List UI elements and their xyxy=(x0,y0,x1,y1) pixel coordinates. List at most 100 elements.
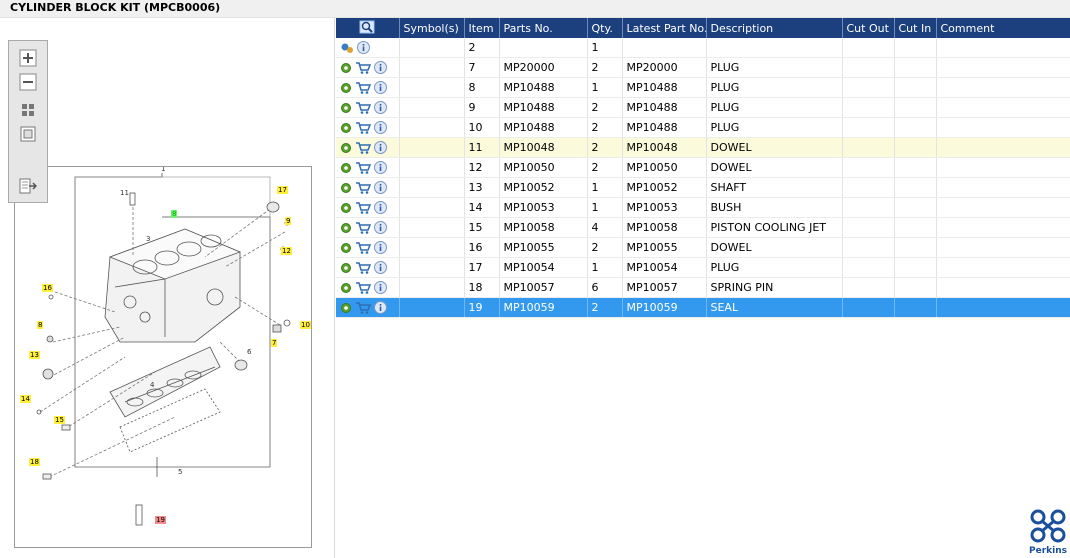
info-icon[interactable] xyxy=(374,61,387,75)
cell-latest-part-no[interactable]: MP10058 xyxy=(622,217,707,238)
cell-comment[interactable] xyxy=(936,257,1070,278)
callout-16[interactable]: 16 xyxy=(42,284,53,292)
cell-parts-no[interactable]: MP10057 xyxy=(499,277,588,298)
fit-page-icon[interactable] xyxy=(19,125,37,143)
cell-latest-part-no[interactable]: MP10053 xyxy=(622,197,707,218)
table-row[interactable]: 16 MP10055 2 MP10055 DOWEL xyxy=(336,237,1070,258)
cell-latest-part-no[interactable]: MP10057 xyxy=(622,277,707,298)
cell-comment[interactable] xyxy=(936,177,1070,198)
cart-icon[interactable] xyxy=(355,241,371,255)
column-header-parts-no[interactable]: Parts No. xyxy=(499,18,588,38)
cell-parts-no[interactable]: MP10058 xyxy=(499,217,588,238)
table-row[interactable]: 8 MP10488 1 MP10488 PLUG xyxy=(336,77,1070,98)
info-icon[interactable] xyxy=(374,121,387,135)
cell-comment[interactable] xyxy=(936,57,1070,78)
gear-icon[interactable] xyxy=(340,282,352,294)
cell-comment[interactable] xyxy=(936,157,1070,178)
zoom-in-icon[interactable] xyxy=(19,49,37,67)
row-actions[interactable] xyxy=(336,217,400,238)
cell-parts-no[interactable] xyxy=(499,38,588,58)
export-icon[interactable] xyxy=(19,177,37,195)
cell-comment[interactable] xyxy=(936,117,1070,138)
row-actions[interactable] xyxy=(336,277,400,298)
cell-parts-no[interactable]: MP10053 xyxy=(499,197,588,218)
info-icon[interactable] xyxy=(374,301,387,315)
cell-latest-part-no[interactable]: MP10488 xyxy=(622,97,707,118)
callout-7[interactable]: 7 xyxy=(271,339,278,347)
row-actions[interactable] xyxy=(336,97,400,118)
callout-4[interactable]: 4 xyxy=(149,381,155,389)
table-row[interactable]: 12 MP10050 2 MP10050 DOWEL xyxy=(336,157,1070,178)
cell-latest-part-no[interactable] xyxy=(622,38,707,58)
row-actions[interactable] xyxy=(336,57,400,78)
callout-17[interactable]: 17 xyxy=(277,186,288,194)
column-header-item[interactable]: Item xyxy=(464,18,500,38)
callout-19[interactable]: 19 xyxy=(155,516,166,524)
gear-icon[interactable] xyxy=(340,142,352,154)
cell-parts-no[interactable]: MP10052 xyxy=(499,177,588,198)
cart-icon[interactable] xyxy=(355,281,371,295)
info-icon[interactable] xyxy=(374,181,387,195)
cell-parts-no[interactable]: MP10059 xyxy=(499,297,588,318)
cell-comment[interactable] xyxy=(936,77,1070,98)
row-actions[interactable] xyxy=(336,297,400,318)
cell-comment[interactable] xyxy=(936,197,1070,218)
callout-1[interactable]: 1 xyxy=(160,167,166,173)
callout-8[interactable]: 8 xyxy=(37,321,44,329)
info-icon[interactable] xyxy=(357,41,370,55)
column-header-search[interactable] xyxy=(336,18,400,38)
cell-latest-part-no[interactable]: MP10488 xyxy=(622,117,707,138)
cell-comment[interactable] xyxy=(936,277,1070,298)
row-actions[interactable] xyxy=(336,137,400,158)
gear-icon[interactable] xyxy=(340,102,352,114)
callout-3[interactable]: 3 xyxy=(145,235,151,243)
configure-icon[interactable] xyxy=(340,42,354,54)
table-row[interactable]: 7 MP20000 2 MP20000 PLUG xyxy=(336,57,1070,78)
cell-parts-no[interactable]: MP10488 xyxy=(499,97,588,118)
cell-comment[interactable] xyxy=(936,217,1070,238)
row-actions[interactable] xyxy=(336,117,400,138)
column-header-symbols[interactable]: Symbol(s) xyxy=(399,18,465,38)
drawing-pane[interactable]: 1 11 8 3 17 9 12 10 16 8 7 6 13 4 14 15 … xyxy=(0,18,335,558)
row-actions[interactable] xyxy=(336,38,400,58)
column-header-comment[interactable]: Comment xyxy=(936,18,1070,38)
info-icon[interactable] xyxy=(374,201,387,215)
zoom-out-icon[interactable] xyxy=(19,73,37,91)
column-header-description[interactable]: Description xyxy=(706,18,843,38)
info-icon[interactable] xyxy=(374,101,387,115)
row-actions[interactable] xyxy=(336,157,400,178)
gear-icon[interactable] xyxy=(340,62,352,74)
row-actions[interactable] xyxy=(336,257,400,278)
callout-6[interactable]: 6 xyxy=(246,348,252,356)
cell-latest-part-no[interactable]: MP10054 xyxy=(622,257,707,278)
gear-icon[interactable] xyxy=(340,122,352,134)
info-icon[interactable] xyxy=(374,261,387,275)
cell-parts-no[interactable]: MP10050 xyxy=(499,157,588,178)
callout-14[interactable]: 14 xyxy=(20,395,31,403)
cell-parts-no[interactable]: MP10055 xyxy=(499,237,588,258)
cart-icon[interactable] xyxy=(355,261,371,275)
cell-comment[interactable] xyxy=(936,97,1070,118)
cell-parts-no[interactable]: MP10488 xyxy=(499,77,588,98)
callout-18[interactable]: 18 xyxy=(29,458,40,466)
callout-13[interactable]: 13 xyxy=(29,351,40,359)
cell-latest-part-no[interactable]: MP20000 xyxy=(622,57,707,78)
table-row[interactable]: 19 MP10059 2 MP10059 SEAL xyxy=(336,297,1070,318)
table-row[interactable]: 15 MP10058 4 MP10058 PISTON COOLING JET xyxy=(336,217,1070,238)
column-header-cut-out[interactable]: Cut Out xyxy=(842,18,895,38)
row-actions[interactable] xyxy=(336,177,400,198)
cell-comment[interactable] xyxy=(936,237,1070,258)
cart-icon[interactable] xyxy=(355,221,371,235)
search-icon[interactable] xyxy=(359,20,375,34)
cell-parts-no[interactable]: MP10488 xyxy=(499,117,588,138)
table-row[interactable]: 17 MP10054 1 MP10054 PLUG xyxy=(336,257,1070,278)
callout-8-top[interactable]: 8 xyxy=(171,210,178,218)
column-header-qty[interactable]: Qty. xyxy=(587,18,623,38)
cart-icon[interactable] xyxy=(355,161,371,175)
cell-latest-part-no[interactable]: MP10059 xyxy=(622,297,707,318)
cart-icon[interactable] xyxy=(355,201,371,215)
info-icon[interactable] xyxy=(374,241,387,255)
cell-comment[interactable] xyxy=(936,297,1070,318)
cart-icon[interactable] xyxy=(355,141,371,155)
cart-icon[interactable] xyxy=(355,121,371,135)
